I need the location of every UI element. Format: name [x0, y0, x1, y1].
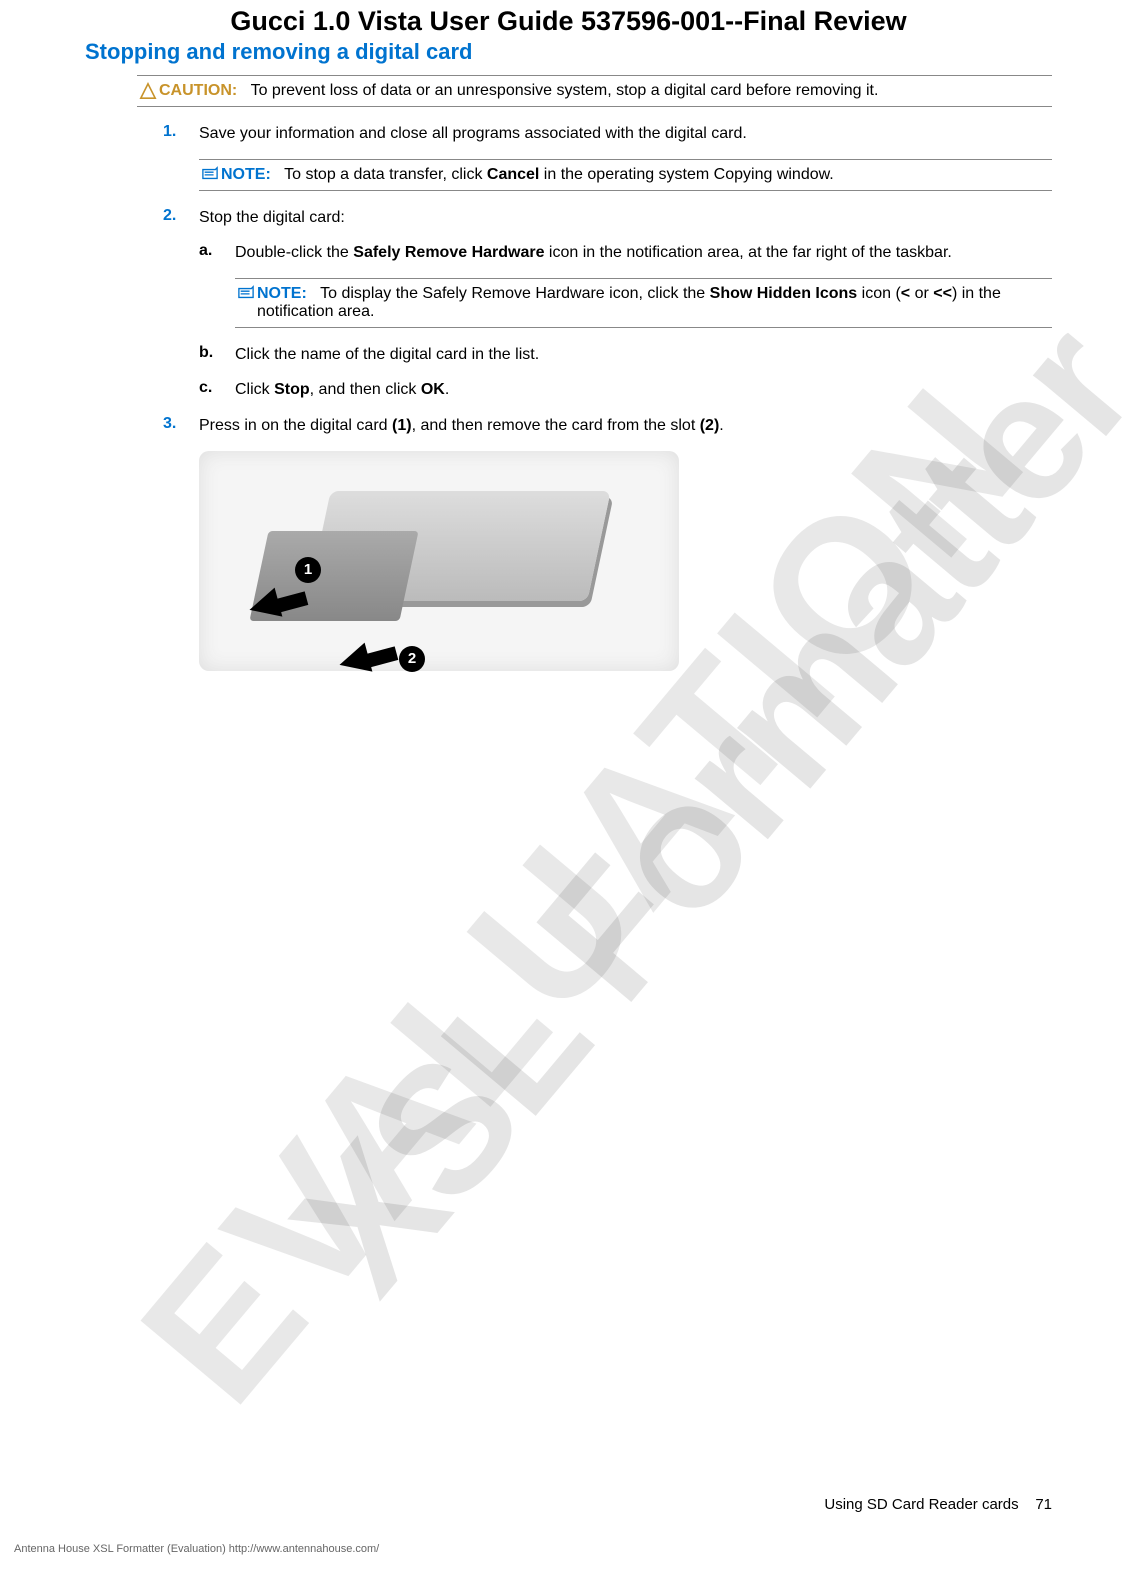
step-2: 2. Stop the digital card:	[163, 207, 1052, 229]
note-text: or	[910, 285, 933, 302]
footer-right: Using SD Card Reader cards 71	[824, 1496, 1052, 1513]
note-bold: Show Hidden Icons	[710, 285, 858, 302]
step-1: 1. Save your information and close all p…	[163, 123, 1052, 145]
step-3: 3. Press in on the digital card (1), and…	[163, 415, 1052, 437]
step-text: , and then remove the card from the slot	[412, 417, 700, 434]
note-text: in the operating system Copying window.	[539, 166, 833, 183]
caution-text: To prevent loss of data or an unresponsi…	[251, 82, 879, 99]
page-number: 71	[1035, 1496, 1052, 1513]
note-box: NOTE: To display the Safely Remove Hardw…	[235, 278, 1052, 328]
note-text: To display the Safely Remove Hardware ic…	[320, 285, 710, 302]
step-text: Stop the digital card:	[199, 207, 1052, 229]
illustration-card-slot: 1 2	[199, 451, 679, 671]
substep-label: b.	[199, 344, 235, 366]
step-bold: (2)	[700, 417, 720, 434]
caution-icon	[137, 82, 159, 100]
step-number: 3.	[163, 415, 199, 437]
caution-box: CAUTION: To prevent loss of data or an u…	[137, 75, 1052, 107]
note-bold: Cancel	[487, 166, 539, 183]
step-number: 1.	[163, 123, 199, 145]
note-bold: <	[901, 285, 910, 302]
substep-label: c.	[199, 379, 235, 401]
callout-1: 1	[295, 557, 321, 583]
step-text: .	[719, 417, 723, 434]
step-bold: (1)	[392, 417, 412, 434]
substep-bold: OK	[421, 381, 445, 398]
substep-text: Double-click the	[235, 244, 353, 261]
callout-2: 2	[399, 646, 425, 672]
step-number: 2.	[163, 207, 199, 229]
note-icon	[235, 285, 257, 301]
note-bold: <<	[933, 285, 952, 302]
note-text: To stop a data transfer, click	[284, 166, 487, 183]
caution-label: CAUTION:	[159, 82, 237, 99]
substep-bold: Safely Remove Hardware	[353, 244, 544, 261]
substep-text: Click	[235, 381, 274, 398]
substep-bold: Stop	[274, 381, 310, 398]
page-content: Gucci 1.0 Vista User Guide 537596-001--F…	[0, 6, 1137, 671]
substep-text: , and then click	[310, 381, 421, 398]
substep-text: .	[445, 381, 449, 398]
substep-text: icon in the notification area, at the fa…	[544, 244, 951, 261]
substep-text: Click the name of the digital card in th…	[235, 344, 1052, 366]
document-title: Gucci 1.0 Vista User Guide 537596-001--F…	[85, 6, 1052, 37]
substep-a: a. Double-click the Safely Remove Hardwa…	[199, 242, 1052, 264]
substep-label: a.	[199, 242, 235, 264]
step-text: Press in on the digital card	[199, 417, 392, 434]
footer-eval: Antenna House XSL Formatter (Evaluation)…	[14, 1543, 379, 1555]
arrow-icon	[336, 642, 373, 679]
footer-section: Using SD Card Reader cards	[824, 1496, 1018, 1513]
substep-c: c. Click Stop, and then click OK.	[199, 379, 1052, 401]
note-text: icon (	[857, 285, 901, 302]
step-text: Save your information and close all prog…	[199, 123, 1052, 145]
note-label: NOTE:	[221, 166, 271, 183]
note-icon	[199, 166, 221, 182]
substep-b: b. Click the name of the digital card in…	[199, 344, 1052, 366]
note-label: NOTE:	[257, 285, 307, 302]
section-heading: Stopping and removing a digital card	[85, 39, 1052, 65]
note-box: NOTE: To stop a data transfer, click Can…	[199, 159, 1052, 191]
